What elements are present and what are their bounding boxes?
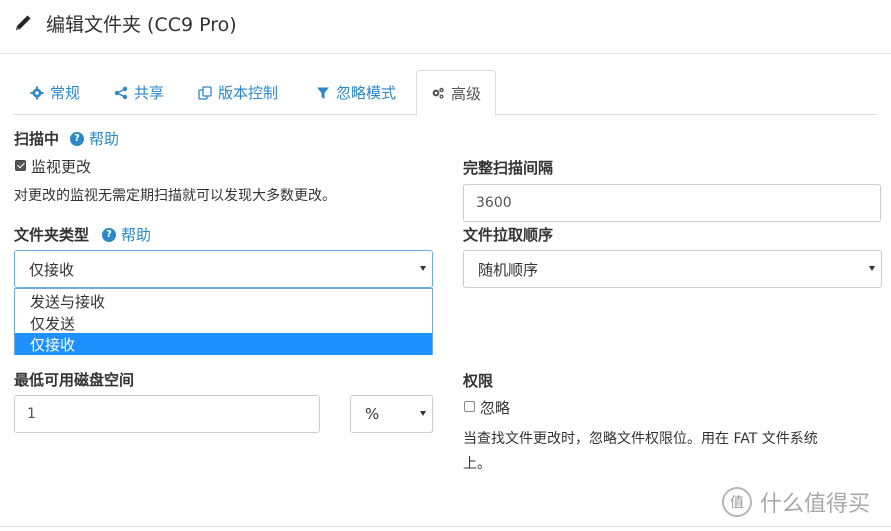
pull-order-selected-value: 随机顺序 [478, 260, 539, 279]
folder-type-option-receive-only[interactable]: 仅接收 [15, 333, 432, 355]
ignore-permissions-checkbox[interactable] [464, 401, 475, 412]
share-icon [114, 86, 128, 99]
gears-icon [432, 87, 444, 99]
tab-ignore-patterns[interactable]: 忽略模式 [316, 70, 396, 115]
watch-changes-description: 对更改的监视无需定期扫描就可以发现大多数更改。 [14, 188, 336, 204]
question-circle-icon: ? [102, 227, 116, 242]
tab-general[interactable]: 常规 [30, 70, 80, 115]
watch-changes-label: 监视更改 [31, 158, 92, 176]
folder-type-option-send-only[interactable]: 仅发送 [15, 312, 432, 334]
min-disk-free-input[interactable]: 1 [14, 395, 320, 433]
ignore-permissions-label: 忽略 [480, 399, 511, 417]
pull-order-select[interactable]: 随机顺序 [463, 250, 882, 288]
scanning-heading: 扫描中 [14, 130, 60, 148]
tab-advanced[interactable]: 高级 [416, 70, 497, 116]
chevron-down-icon [869, 266, 875, 271]
folder-type-dropdown: 发送与接收 仅发送 仅接收 [14, 288, 433, 355]
min-disk-free-label: 最低可用磁盘空间 [14, 371, 135, 389]
pencil-icon [16, 15, 31, 30]
gear-icon [30, 86, 44, 99]
unit-selected-value: % [365, 405, 380, 423]
watermark-logo: 值 什么值得买 [722, 486, 870, 518]
folder-type-select[interactable]: 仅接收 [14, 250, 433, 288]
chevron-down-icon [420, 266, 426, 271]
chevron-down-icon [420, 411, 426, 416]
scanning-help-link[interactable]: ? 帮助 [70, 128, 119, 149]
watch-changes-checkbox[interactable] [15, 160, 26, 171]
folder-type-option-send-receive[interactable]: 发送与接收 [15, 290, 432, 312]
tab-label: 高级 [451, 84, 482, 103]
folder-type-selected-value: 仅接收 [29, 260, 75, 279]
tab-label: 共享 [134, 84, 165, 102]
tab-bar: 常规 共享 版本控制 忽略模式 高级 [14, 70, 877, 116]
tab-sharing[interactable]: 共享 [114, 70, 164, 115]
tab-label: 常规 [50, 84, 81, 102]
copy-icon [198, 85, 212, 100]
modal-footer-divider [0, 526, 891, 527]
folder-type-label: 文件夹类型 [14, 226, 90, 244]
filter-icon [317, 87, 329, 99]
modal-header: 编辑文件夹 (CC9 Pro) [0, 0, 891, 54]
tab-label: 忽略模式 [336, 84, 397, 102]
full-scan-interval-input[interactable]: 3600 [463, 184, 881, 222]
modal-title: 编辑文件夹 (CC9 Pro) [46, 14, 237, 36]
question-circle-icon: ? [70, 131, 84, 146]
help-label: 帮助 [121, 226, 152, 244]
watermark-text: 什么值得买 [760, 492, 871, 517]
permissions-description-line1: 当查找文件更改时，忽略文件权限位。用在 FAT 文件系统 [463, 431, 818, 447]
permissions-label: 权限 [463, 372, 494, 390]
help-label: 帮助 [89, 130, 120, 148]
pull-order-label: 文件拉取顺序 [463, 226, 554, 244]
tab-versioning[interactable]: 版本控制 [198, 70, 278, 115]
min-disk-free-unit-select[interactable]: % [350, 395, 433, 433]
folder-type-help-link[interactable]: ? 帮助 [102, 224, 151, 245]
full-scan-interval-label: 完整扫描间隔 [463, 159, 554, 177]
permissions-description-line2: 上。 [463, 456, 491, 472]
watermark-badge: 值 [722, 487, 752, 517]
tab-label: 版本控制 [218, 84, 279, 102]
